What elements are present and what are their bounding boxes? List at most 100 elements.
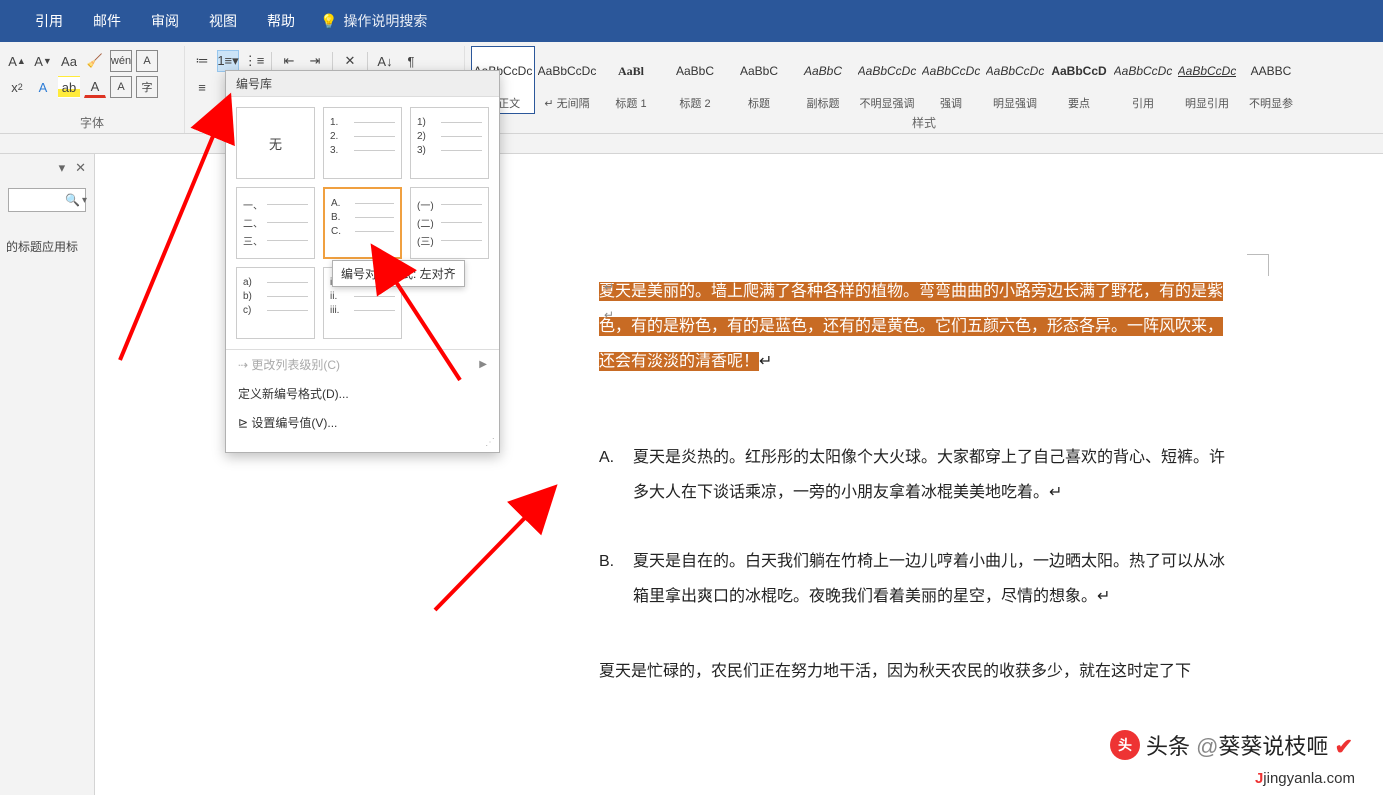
numbering-button[interactable]: 1≡▾ <box>217 50 239 72</box>
style-item[interactable]: AaBbCcDc↵ 无间隔 <box>535 46 599 114</box>
nav-close-button[interactable]: ✕ <box>75 160 86 176</box>
style-item[interactable]: AaBbC标题 2 <box>663 46 727 114</box>
thumb-marker: 2. <box>330 131 354 142</box>
watermark-site: Jjingyanla.com <box>1255 770 1355 787</box>
style-preview: AaBbCcDc <box>1178 49 1236 93</box>
enclose-char-button[interactable]: 字 <box>136 76 158 98</box>
style-item[interactable]: AaBbCcDc不明显强调 <box>855 46 919 114</box>
tab-quote[interactable]: 引用 <box>20 0 78 42</box>
text-effects-button[interactable]: A <box>32 76 54 98</box>
char-shading-button[interactable]: A <box>110 76 132 98</box>
style-name: 明显强调 <box>986 95 1044 111</box>
para-mark-icon: ↵ <box>604 274 614 300</box>
style-item[interactable]: AaBbCcDc明显强调 <box>983 46 1047 114</box>
thumb-marker: c) <box>243 305 267 316</box>
navigation-pane: ▾ ✕ 🔍 ▾ 的标题应用标 <box>0 154 95 795</box>
style-preview: AaBbCcDc <box>1114 49 1172 93</box>
thumb-marker: (二) <box>417 215 441 230</box>
superscript-button[interactable]: x2 <box>6 76 28 98</box>
style-name: 标题 1 <box>602 95 660 111</box>
thumb-marker: a) <box>243 277 267 288</box>
tab-help[interactable]: 帮助 <box>252 0 310 42</box>
thumb-line <box>267 282 308 283</box>
tab-mail[interactable]: 邮件 <box>78 0 136 42</box>
numbering-thumb[interactable]: A.B.C. <box>323 187 402 259</box>
decrease-indent-button[interactable]: ⇤ <box>278 50 300 72</box>
numbering-footer-item[interactable]: 定义新编号格式(D)... <box>226 379 499 408</box>
style-name: 副标题 <box>794 95 852 111</box>
list-marker: A. <box>599 440 633 510</box>
numbering-footer-item[interactable]: ⊵ 设置编号值(V)... <box>226 408 499 437</box>
align-left-button[interactable]: ≡ <box>191 76 213 98</box>
numbering-dropdown-header: 编号库 <box>226 71 499 97</box>
numbering-thumb-none[interactable]: 无 <box>236 107 315 179</box>
footer-item-icon: ⇢ <box>238 358 251 372</box>
grow-font-button[interactable]: A▲ <box>6 50 28 72</box>
shrink-font-button[interactable]: A▼ <box>32 50 54 72</box>
nav-search-box[interactable]: 🔍 ▾ <box>8 188 86 212</box>
sort-button[interactable]: A↓ <box>374 50 396 72</box>
thumb-line <box>355 231 394 232</box>
ltr-button[interactable]: ✕ <box>339 50 361 72</box>
footer-item-icon: ⊵ <box>238 416 251 430</box>
font-color-button[interactable]: A <box>84 76 106 98</box>
paragraph-highlighted[interactable]: 夏天是美丽的。墙上爬满了各种各样的植物。弯弯曲曲的小路旁边长满了野花，有的是紫色… <box>599 274 1229 380</box>
nav-options-button[interactable]: ▾ <box>59 160 66 176</box>
list-body: 夏天是炎热的。红彤彤的太阳像个大火球。大家都穿上了自己喜欢的背心、短裤。许多大人… <box>633 440 1229 510</box>
phonetic-button[interactable]: wén <box>110 50 132 72</box>
multilevel-button[interactable]: ⋮≡ <box>243 50 265 72</box>
char-border-button[interactable]: A <box>136 50 158 72</box>
list-marker: B. <box>599 544 633 614</box>
styles-gallery[interactable]: AaBbCcDc↵ 正文AaBbCcDc↵ 无间隔AaBl标题 1AaBbC标题… <box>465 46 1383 114</box>
style-preview: AaBbCcDc <box>922 49 980 93</box>
change-case-button[interactable]: Aa <box>58 50 80 72</box>
style-item[interactable]: AaBbCcDc明显引用 <box>1175 46 1239 114</box>
numbering-thumb[interactable]: 一、二、三、 <box>236 187 315 259</box>
list-item[interactable]: A. 夏天是炎热的。红彤彤的太阳像个大火球。大家都穿上了自己喜欢的背心、短裤。许… <box>599 440 1229 510</box>
thumb-line <box>267 222 308 223</box>
list-item[interactable]: B. 夏天是自在的。白天我们躺在竹椅上一边儿哼着小曲儿，一边晒太阳。热了可以从冰… <box>599 544 1229 614</box>
style-item[interactable]: AaBbC标题 <box>727 46 791 114</box>
thumb-marker: ii. <box>330 291 354 302</box>
show-marks-button[interactable]: ¶ <box>400 50 422 72</box>
style-name: 要点 <box>1050 95 1108 111</box>
tab-view[interactable]: 视图 <box>194 0 252 42</box>
style-item[interactable]: AaBbCcD要点 <box>1047 46 1111 114</box>
nav-search-input[interactable] <box>13 193 63 207</box>
thumb-line <box>354 136 395 137</box>
none-label: 无 <box>243 114 308 172</box>
thumb-marker: A. <box>331 198 355 209</box>
style-preview: AABBC <box>1242 49 1300 93</box>
numbering-thumb[interactable]: a)b)c) <box>236 267 315 339</box>
bulb-icon: 💡 <box>320 13 337 30</box>
numbering-thumb[interactable]: 1.2.3. <box>323 107 402 179</box>
thumb-line <box>355 217 394 218</box>
thumb-line <box>354 310 395 311</box>
styles-group: AaBbCcDc↵ 正文AaBbCcDc↵ 无间隔AaBl标题 1AaBbC标题… <box>465 46 1383 133</box>
numbering-thumb[interactable]: 1)2)3) <box>410 107 489 179</box>
search-drop-icon[interactable]: ▾ <box>82 195 87 206</box>
highlight-button[interactable]: ab <box>58 76 80 98</box>
style-item[interactable]: AaBbCcDc 强调 <box>919 46 983 114</box>
tell-me-search[interactable]: 操作说明搜索 <box>343 11 427 31</box>
clear-format-button[interactable]: 🧹 <box>84 50 106 72</box>
style-preview: AaBl <box>602 49 660 93</box>
numbering-thumb[interactable]: (一)(二)(三) <box>410 187 489 259</box>
ruler-stub <box>0 134 1383 154</box>
bullets-button[interactable]: ≔ <box>191 50 213 72</box>
resize-grip-icon[interactable]: ⋰ <box>226 437 499 452</box>
style-item[interactable]: AaBbC副标题 <box>791 46 855 114</box>
list-body: 夏天是自在的。白天我们躺在竹椅上一边儿哼着小曲儿，一边晒太阳。热了可以从冰箱里拿… <box>633 544 1229 614</box>
style-item[interactable]: AaBl 标题 1 <box>599 46 663 114</box>
font-group-label: 字体 <box>0 114 184 131</box>
style-item[interactable]: AaBbCcDc引用 <box>1111 46 1175 114</box>
avatar-icon: 头 <box>1110 730 1140 760</box>
paragraph[interactable]: 夏天是忙碌的，农民们正在努力地干活，因为秋天农民的收获多少，就在这时定了下 <box>599 654 1229 689</box>
thumb-line <box>441 222 482 223</box>
style-item[interactable]: AABBC不明显参 <box>1239 46 1303 114</box>
search-icon[interactable]: 🔍 <box>63 193 82 207</box>
style-name: 强调 <box>922 95 980 111</box>
increase-indent-button[interactable]: ⇥ <box>304 50 326 72</box>
style-preview: AaBbCcDc <box>538 49 596 93</box>
tab-review[interactable]: 审阅 <box>136 0 194 42</box>
